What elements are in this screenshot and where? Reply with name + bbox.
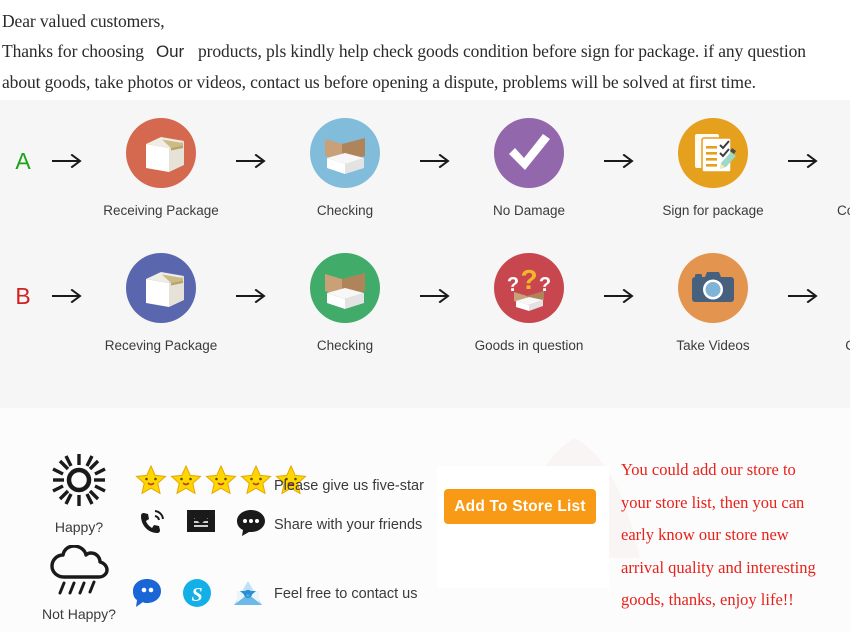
happy-label: Happy?	[54, 519, 104, 535]
promo-line: arrival quality and interesting	[621, 557, 816, 577]
step-receving-package-b: Receving Package	[92, 253, 230, 354]
open-box-icon	[310, 118, 380, 188]
phone-ring-icon[interactable]	[137, 508, 167, 536]
question-box-icon: ? ? ?	[494, 253, 564, 323]
share-icon-row	[137, 508, 267, 536]
promo-line: You could add our store to	[621, 460, 796, 479]
star-icon	[240, 464, 272, 495]
not-happy-mood-block: Not Happy?	[24, 544, 134, 622]
step-receiving-package-a: Receiving Package	[92, 118, 230, 219]
step-label: No Damage	[492, 203, 566, 218]
svg-text:?: ?	[520, 264, 537, 295]
blurb-contact: Feel free to contact us	[274, 586, 418, 602]
intro-line-2-part1: Thanks for choosing	[2, 41, 144, 61]
not-happy-label: Not Happy?	[42, 606, 116, 622]
step-checking-a: Checking	[276, 118, 414, 219]
aliwangwang-icon[interactable]	[132, 578, 162, 608]
promo-line: goods, thanks, enjoy life!!	[621, 590, 794, 609]
intro-line-2: Thanks for choosing Our products, pls kind…	[2, 36, 848, 67]
arrow-icon	[782, 118, 828, 204]
arrow-icon	[782, 253, 828, 339]
step-label: Checking	[316, 203, 374, 218]
rain-cloud-icon	[50, 544, 109, 595]
arrow-icon	[230, 253, 276, 339]
happy-mood-block: Happy?	[24, 452, 134, 535]
checkmark-icon	[494, 118, 564, 188]
step-goods-in-question-b: ? ? ? Goods in question	[460, 253, 598, 354]
intro-line-2-part2: products, pls kindly help check goods co…	[198, 41, 806, 61]
star-icon	[205, 464, 237, 495]
envelope-icon[interactable]	[185, 509, 217, 535]
step-label: Goods in question	[474, 338, 584, 353]
clipboard-pen-icon	[678, 118, 748, 188]
promo-line: early know our store new	[621, 525, 789, 544]
email-open-icon[interactable]: @	[232, 579, 264, 607]
star-icon	[170, 464, 202, 495]
flow-row-a: A Receiving Package Checking No Damage S…	[0, 118, 850, 219]
arrow-icon	[230, 118, 276, 204]
arrow-icon	[414, 253, 460, 339]
step-take-videos-b: Take Videos	[644, 253, 782, 354]
arrow-icon	[414, 118, 460, 204]
star-icon	[135, 464, 167, 495]
add-to-store-list-button[interactable]: Add To Store List	[444, 489, 596, 524]
svg-text:?: ?	[507, 274, 519, 296]
step-label: Checking	[316, 338, 374, 353]
store-card	[437, 466, 609, 588]
skype-icon[interactable]: S	[182, 578, 212, 608]
step-no-damage-a: No Damage	[460, 118, 598, 219]
step-label: Confirm problem, refund money	[845, 337, 850, 371]
step-label: Confirm the delivery	[836, 203, 850, 218]
step-sign-for-package-a: Sign for package	[644, 118, 782, 219]
promo-line: your store list, then you can	[621, 492, 805, 512]
intro-text-block: Dear valued customers, Thanks for choosi…	[0, 0, 850, 100]
blurb-five-star: Please give us five-star	[274, 478, 424, 494]
camera-icon	[678, 253, 748, 323]
step-label: Receiving Package	[103, 203, 219, 218]
process-flow-panel: A Receiving Package Checking No Damage S…	[0, 100, 850, 408]
arrow-icon	[46, 118, 92, 204]
closed-box-icon	[126, 253, 196, 323]
flow-row-b: B Receving Package Checking ? ? ? Goods …	[0, 253, 850, 371]
store-promo-text: You could add our store to your store li…	[621, 454, 849, 617]
step-confirm-delivery-a: Confirm the delivery	[828, 118, 850, 219]
intro-brand-word: Our	[155, 42, 185, 61]
step-label: Take Videos	[676, 338, 750, 353]
svg-text:S: S	[191, 584, 202, 606]
sun-icon	[52, 454, 106, 506]
open-box-icon	[310, 253, 380, 323]
closed-box-icon	[126, 118, 196, 188]
step-confirm-problem-b: $ $ Confirm problem, refund money	[828, 253, 850, 371]
step-label: Sign for package	[662, 203, 764, 218]
blurb-share: Share with your friends	[274, 517, 423, 533]
arrow-icon	[46, 253, 92, 339]
step-checking-b: Checking	[276, 253, 414, 354]
contact-icon-row: S @	[132, 578, 264, 608]
row-a-letter: A	[15, 148, 31, 174]
intro-line-1: Dear valued customers,	[2, 11, 165, 31]
step-label: Receving Package	[104, 338, 218, 353]
arrow-icon	[598, 253, 644, 339]
intro-line-3: about goods, take photos or videos, cont…	[2, 72, 756, 92]
arrow-icon	[598, 118, 644, 204]
svg-text:@: @	[245, 593, 251, 599]
chat-bubble-icon[interactable]	[235, 508, 267, 536]
row-b-letter: B	[15, 283, 31, 309]
